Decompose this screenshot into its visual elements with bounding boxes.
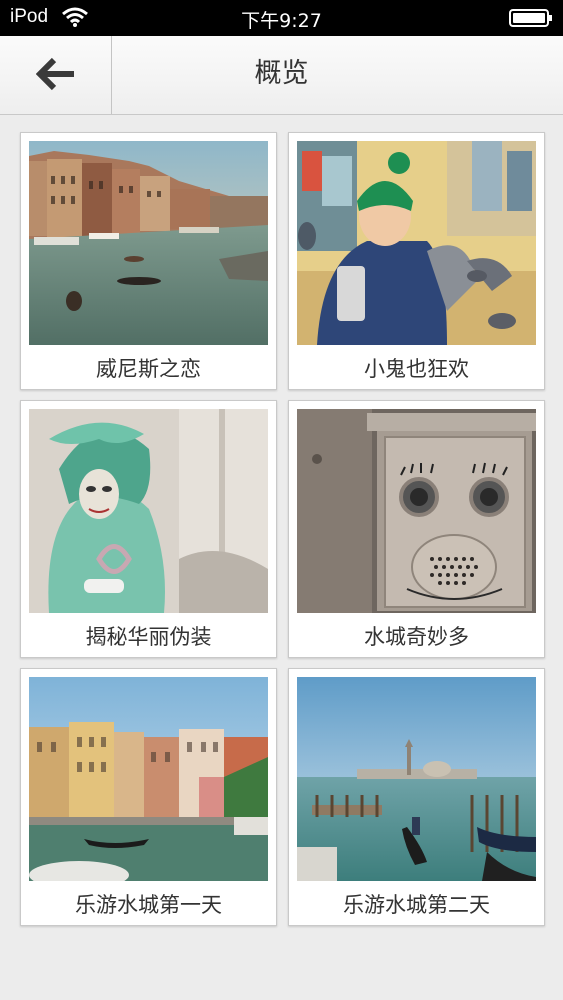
child-with-pigeons-photo: [297, 141, 536, 345]
card-day-two[interactable]: 乐游水城第二天: [288, 668, 545, 926]
card-label: 揭秘华丽伪装: [85, 625, 212, 649]
card-water-city-wonders[interactable]: 水城奇妙多: [288, 400, 545, 658]
card-label: 威尼斯之恋: [96, 357, 201, 381]
card-kids-carnival[interactable]: 小鬼也狂欢: [288, 132, 545, 390]
venice-grand-canal-photo: [29, 141, 268, 345]
venice-colorful-houses-photo: [29, 677, 268, 881]
card-label: 乐游水城第一天: [75, 893, 222, 917]
status-bar: iPod 下午9:27: [0, 0, 563, 36]
status-time: 下午9:27: [241, 10, 322, 32]
card-label: 水城奇妙多: [364, 625, 469, 649]
card-label: 小鬼也狂欢: [364, 357, 469, 381]
carnival-mask-costume-photo: [29, 409, 268, 613]
venice-gondolas-lagoon-photo: [297, 677, 536, 881]
card-label: 乐游水城第二天: [343, 893, 490, 917]
navigation-bar: 概览: [0, 36, 563, 115]
back-arrow-icon: [36, 57, 74, 91]
back-button[interactable]: [0, 36, 112, 114]
page-title: 概览: [254, 58, 309, 89]
card-day-one[interactable]: 乐游水城第一天: [20, 668, 277, 926]
card-venice-love[interactable]: 威尼斯之恋: [20, 132, 277, 390]
card-costume-secrets[interactable]: 揭秘华丽伪装: [20, 400, 277, 658]
battery-icon: [509, 9, 553, 27]
funny-face-doorbell-photo: [297, 409, 536, 613]
